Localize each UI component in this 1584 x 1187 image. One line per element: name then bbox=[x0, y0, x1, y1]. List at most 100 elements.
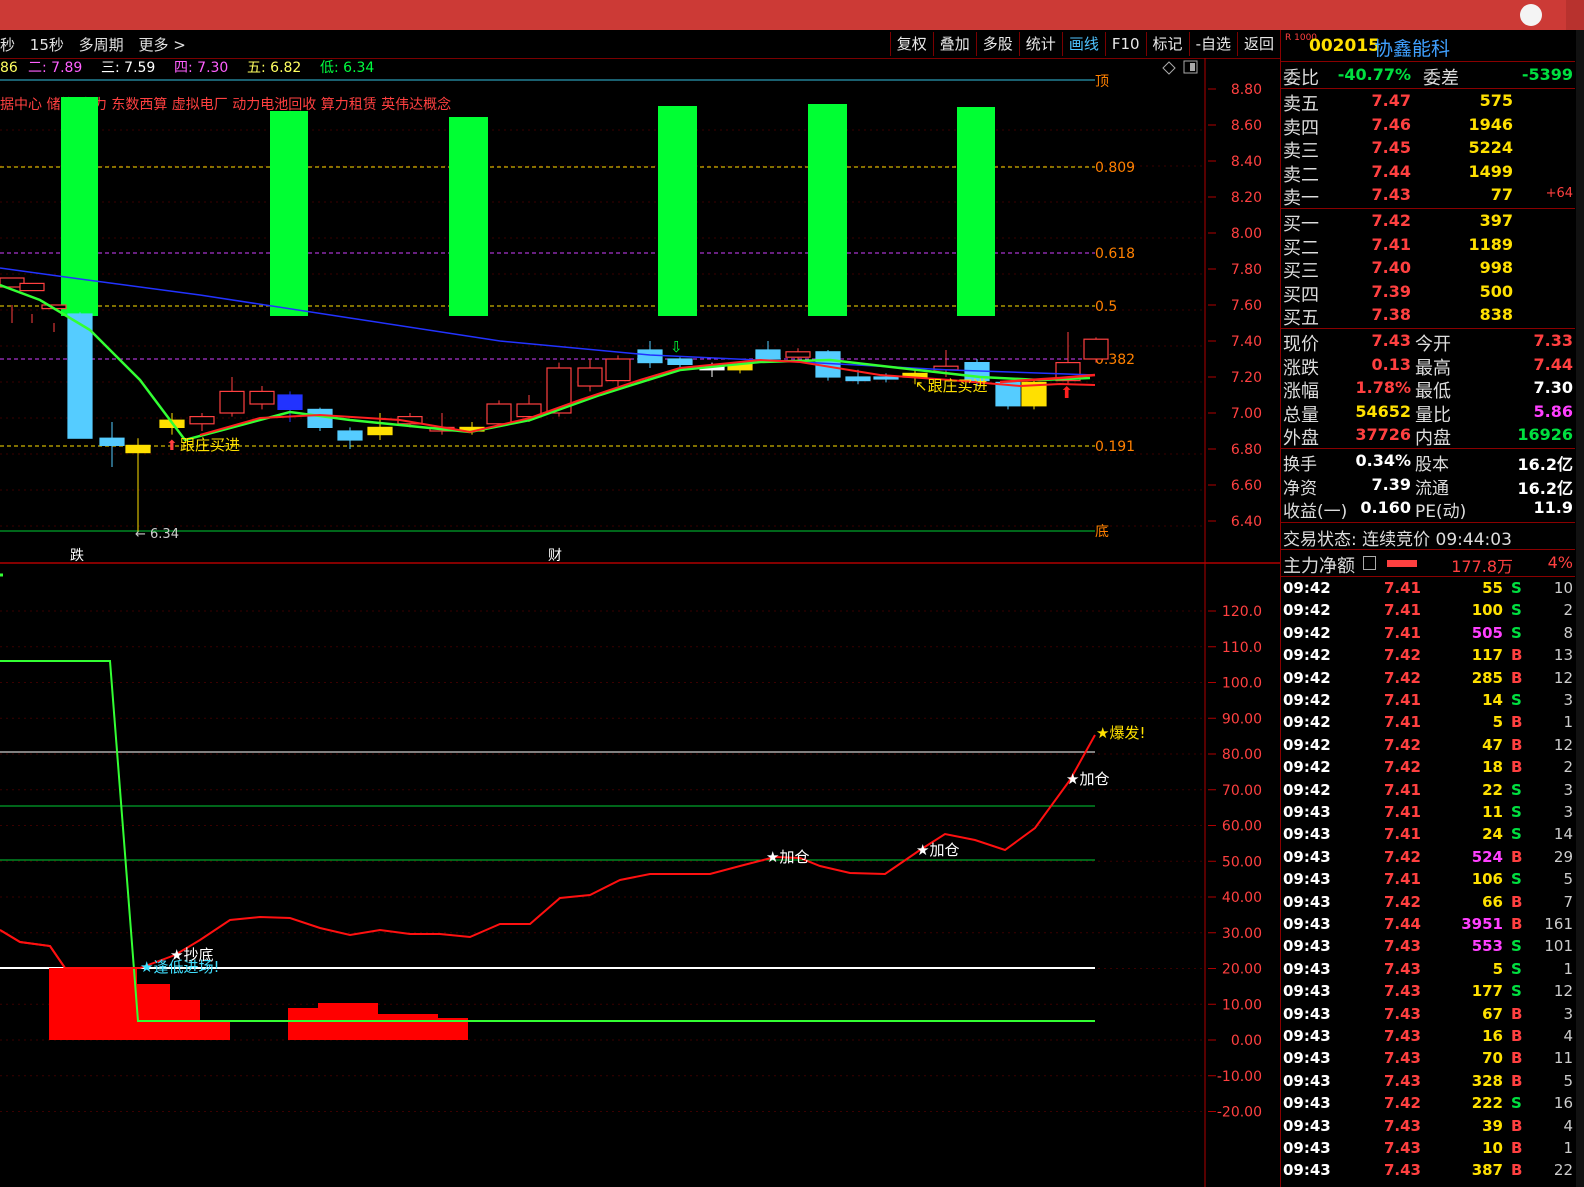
bid-row: 买五 7.38 838 bbox=[1281, 304, 1575, 330]
ask-price[interactable]: 7.46 bbox=[1331, 115, 1411, 134]
bid-price[interactable]: 7.42 bbox=[1331, 211, 1411, 230]
tick-row: 09:43 7.42 524 B 29 bbox=[1281, 847, 1575, 869]
tick-price: 7.41 bbox=[1383, 601, 1421, 620]
stat-row: 现价 7.43 今开 7.33 bbox=[1281, 330, 1575, 355]
tick-row: 09:42 7.41 22 S 3 bbox=[1281, 780, 1575, 802]
event-marker: 跌 bbox=[70, 548, 84, 564]
indicator-tick-label: -10.00 bbox=[1217, 1069, 1262, 1085]
down-arrow-icon: ⇩ bbox=[670, 338, 683, 356]
tick-side: S bbox=[1511, 601, 1522, 620]
kline-chart-area[interactable]: 86 二: 7.89 三: 7.59 四: 7.30 五: 6.82 低: 6.34据中心… bbox=[0, 0, 1280, 1187]
tick-side: B bbox=[1511, 735, 1523, 754]
tick-time: 09:43 bbox=[1283, 915, 1331, 933]
tick-count: 12 bbox=[1553, 982, 1573, 1001]
bid-price[interactable]: 7.38 bbox=[1331, 305, 1411, 324]
stat-value: 1.78% bbox=[1355, 378, 1411, 398]
tick-row: 09:43 7.43 10 B 1 bbox=[1281, 1138, 1575, 1160]
tick-side: S bbox=[1511, 803, 1522, 821]
tick-row: 09:42 7.41 14 S 3 bbox=[1281, 690, 1575, 712]
weicha-value: -5399 bbox=[1521, 65, 1573, 84]
tick-row: 09:42 7.41 55 S 10 bbox=[1281, 578, 1575, 600]
stat-value: 54652 bbox=[1355, 401, 1411, 421]
tick-volume: 67 bbox=[1482, 1004, 1503, 1023]
tick-volume: 22 bbox=[1482, 780, 1503, 799]
stat-value: 7.39 bbox=[1371, 474, 1411, 494]
bid-label: 买五 bbox=[1283, 308, 1319, 330]
tick-time: 09:43 bbox=[1283, 1071, 1331, 1090]
tick-count: 11 bbox=[1553, 1049, 1573, 1068]
candle-body bbox=[845, 376, 871, 382]
tick-volume: 524 bbox=[1471, 847, 1503, 866]
stat-label: PE(动) bbox=[1415, 502, 1467, 523]
stat-label: 最低 bbox=[1415, 381, 1451, 403]
tick-count: 10 bbox=[1553, 579, 1573, 597]
ask-price[interactable]: 7.43 bbox=[1331, 185, 1411, 204]
ask-price[interactable]: 7.45 bbox=[1331, 138, 1411, 157]
bid-volume: 838 bbox=[1479, 305, 1513, 325]
candle-body bbox=[337, 430, 363, 441]
stat-label: 换手 bbox=[1283, 455, 1317, 475]
diamond-icon[interactable] bbox=[1162, 61, 1176, 75]
bid-price[interactable]: 7.39 bbox=[1331, 282, 1411, 301]
tick-volume: 505 bbox=[1471, 623, 1503, 642]
signal-bar bbox=[957, 107, 995, 316]
ask-row: 卖五 7.47 575 bbox=[1281, 90, 1575, 115]
tick-side: B bbox=[1511, 758, 1523, 777]
bid-row: 买二 7.41 1189 bbox=[1281, 234, 1575, 259]
user-icon[interactable] bbox=[1520, 4, 1542, 26]
bid-price[interactable]: 7.41 bbox=[1331, 235, 1411, 254]
tick-volume: 16 bbox=[1482, 1027, 1503, 1045]
stat-row: 涨跌 0.13 最高 7.44 bbox=[1281, 354, 1575, 379]
tick-count: 13 bbox=[1553, 646, 1573, 665]
tick-side: B bbox=[1511, 646, 1523, 665]
stat-value: 11.9 bbox=[1533, 498, 1573, 518]
indicator-tick-label: 10.00 bbox=[1222, 997, 1262, 1013]
tick-time: 09:42 bbox=[1283, 601, 1331, 620]
tick-volume: 10 bbox=[1482, 1139, 1503, 1157]
bid-label: 买二 bbox=[1283, 237, 1319, 259]
candle-body bbox=[189, 416, 215, 425]
tick-count: 29 bbox=[1553, 847, 1573, 866]
tick-time: 09:42 bbox=[1283, 758, 1331, 777]
ask-price[interactable]: 7.47 bbox=[1331, 91, 1411, 110]
ask-price[interactable]: 7.44 bbox=[1331, 162, 1411, 181]
trade-status-text: 交易状态: 连续竞价 09:44:03 bbox=[1283, 530, 1512, 550]
bid-volume: 397 bbox=[1479, 211, 1513, 230]
stat-value: 7.43 bbox=[1371, 331, 1411, 350]
stock-name[interactable]: 协鑫能科 bbox=[1374, 34, 1450, 61]
price-tick-label: 8.20 bbox=[1231, 190, 1262, 206]
signal-bar bbox=[61, 97, 98, 316]
stat-label: 今开 bbox=[1415, 334, 1451, 355]
tick-count: 3 bbox=[1563, 780, 1573, 799]
tick-row: 09:43 7.41 11 S 3 bbox=[1281, 802, 1575, 824]
bid-volume: 500 bbox=[1479, 281, 1513, 301]
tick-count: 1 bbox=[1563, 713, 1573, 732]
stat-row: 涨幅 1.78% 最低 7.30 bbox=[1281, 377, 1575, 403]
price-tick-label: 7.20 bbox=[1231, 370, 1262, 386]
tick-row: 09:43 7.43 387 B 22 bbox=[1281, 1160, 1575, 1182]
tick-time: 09:43 bbox=[1283, 1004, 1331, 1023]
histogram-bar bbox=[49, 968, 137, 1040]
stock-code: 002015 bbox=[1309, 36, 1380, 56]
indicator-red-line-start bbox=[0, 929, 66, 969]
ask-volume: 1946 bbox=[1468, 114, 1513, 134]
tick-side: B bbox=[1511, 1049, 1523, 1068]
stat-value: 0.13 bbox=[1371, 354, 1411, 374]
side-toolbar[interactable] bbox=[1576, 30, 1584, 1187]
stat-row: 净资 7.39 流通 16.2亿 bbox=[1281, 474, 1575, 499]
candle-body bbox=[755, 349, 781, 360]
stat-row: 收益(一) 0.160 PE(动) 11.9 bbox=[1281, 497, 1575, 523]
tick-volume: 55 bbox=[1482, 579, 1503, 597]
flow-menu-icon[interactable] bbox=[1363, 556, 1376, 570]
tick-volume: 5 bbox=[1492, 959, 1503, 978]
bid-price[interactable]: 7.40 bbox=[1331, 258, 1411, 277]
signal-annotation: ★逢低进场! bbox=[140, 958, 219, 976]
trade-status: 交易状态: 连续竞价 09:44:03 bbox=[1281, 524, 1575, 550]
tick-volume: 387 bbox=[1471, 1161, 1503, 1180]
indicator-tick-label: 0.00 bbox=[1231, 1033, 1262, 1049]
bid-label: 买一 bbox=[1283, 214, 1319, 235]
ask-row: 卖三 7.45 5224 bbox=[1281, 137, 1575, 162]
indicator-tick-label: 20.00 bbox=[1222, 962, 1262, 978]
stat-row: 换手 0.34% 股本 16.2亿 bbox=[1281, 450, 1575, 475]
tick-side: S bbox=[1511, 959, 1522, 978]
